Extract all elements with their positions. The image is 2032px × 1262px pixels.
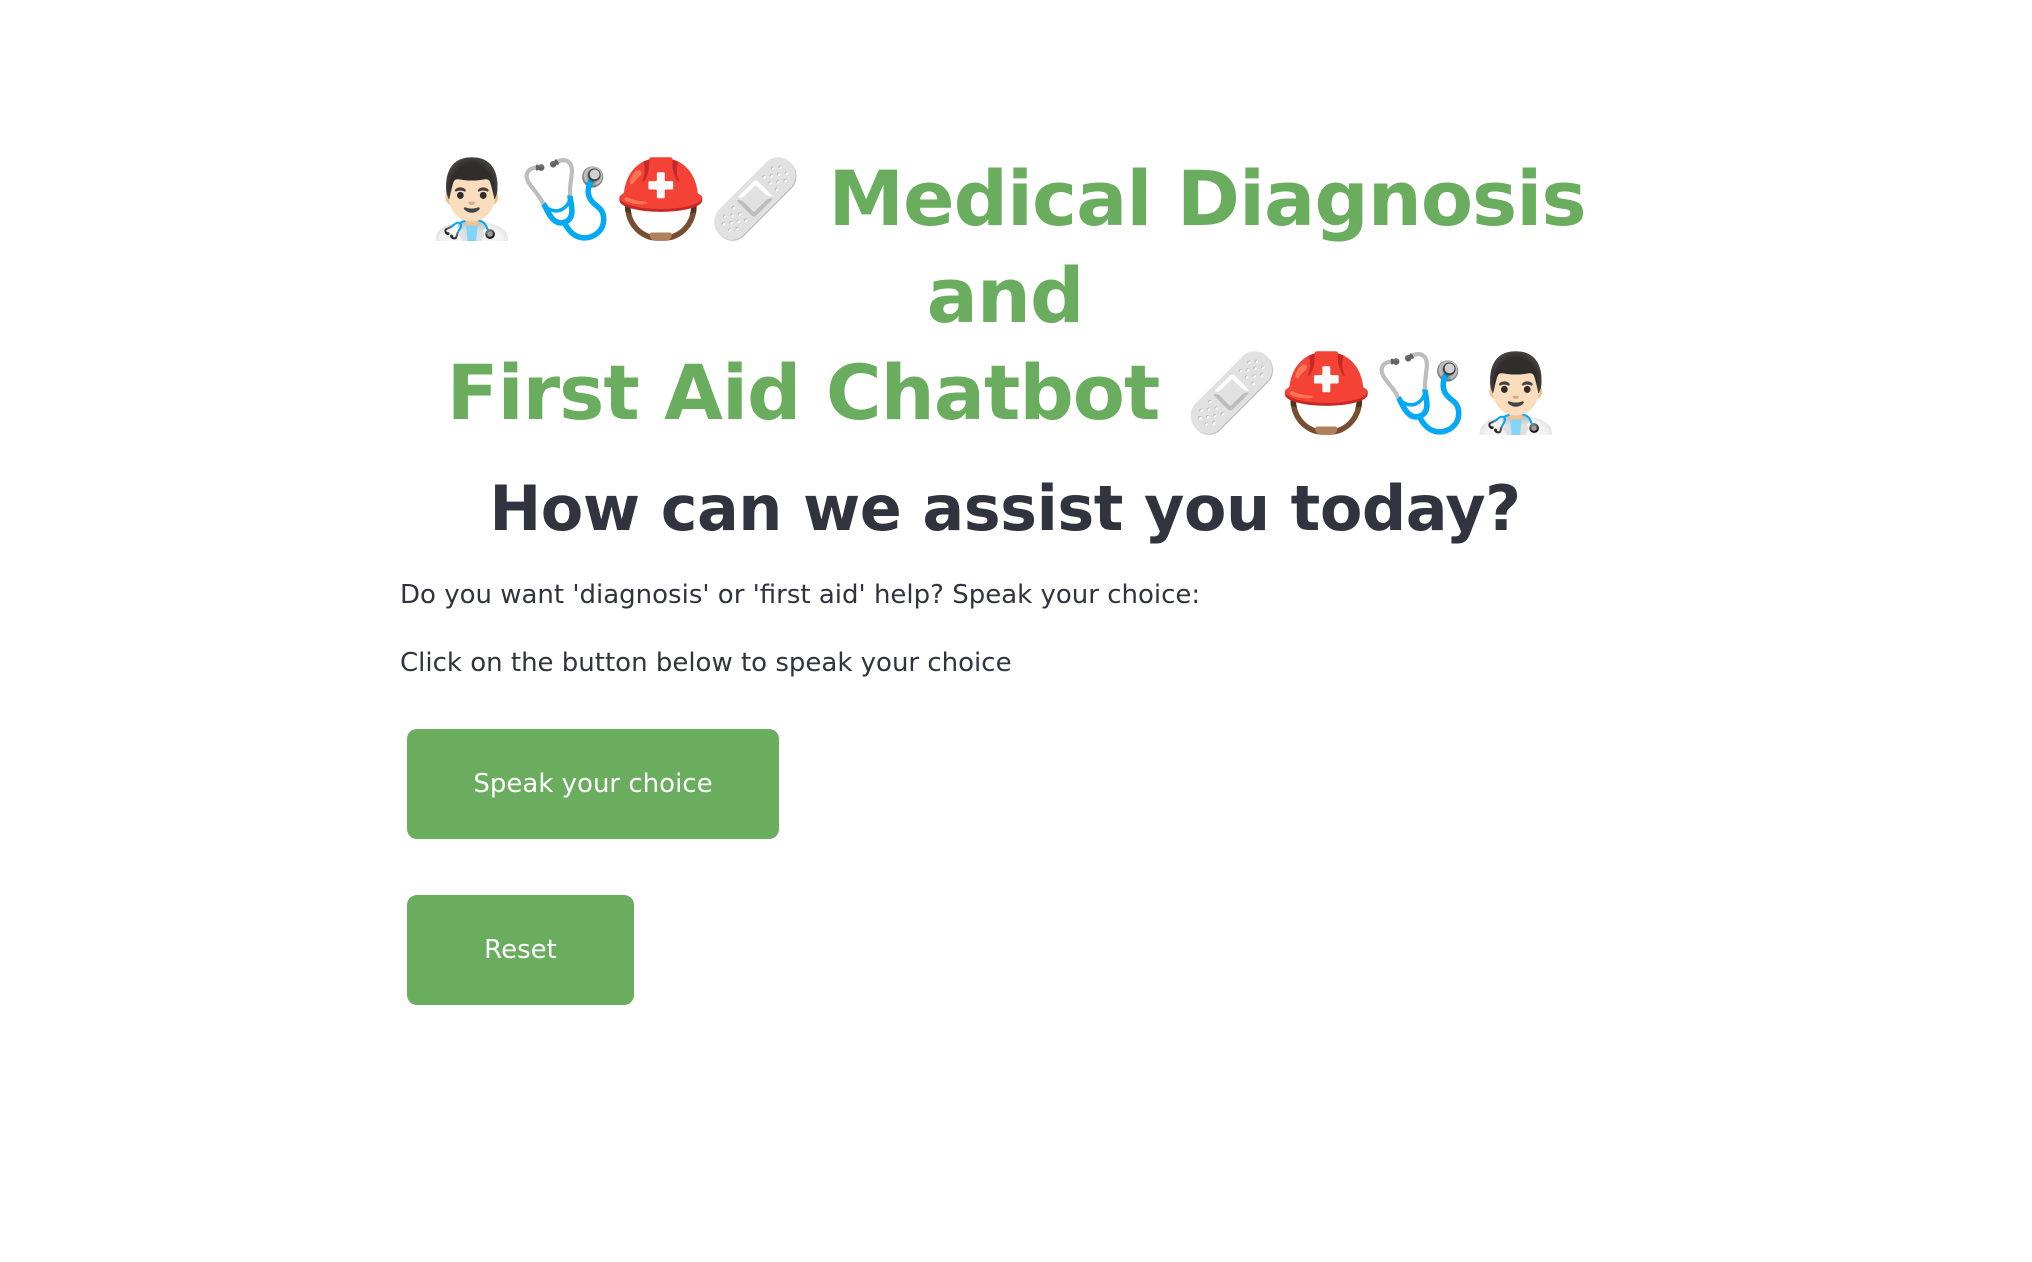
main-content: 👨🏻‍⚕️🩺⛑️🩹 Medical Diagnosis and First Ai…	[400, 150, 1610, 1005]
doctor-stethoscope-helmet-bandage-icons: 👨🏻‍⚕️🩺⛑️🩹	[424, 154, 803, 243]
bandage-helmet-stethoscope-doctor-icons: 🩹⛑️🩺👨🏻‍⚕️	[1184, 348, 1564, 437]
page-subtitle: How can we assist you today?	[489, 472, 1521, 545]
choice-prompt: Do you want 'diagnosis' or 'first aid' h…	[400, 580, 1201, 610]
reset-button[interactable]: Reset	[407, 895, 634, 1005]
instruction-text: Click on the button below to speak your …	[400, 648, 1012, 678]
page-title: 👨🏻‍⚕️🩺⛑️🩹 Medical Diagnosis and First Ai…	[400, 150, 1610, 441]
page: 👨🏻‍⚕️🩺⛑️🩹 Medical Diagnosis and First Ai…	[0, 0, 2032, 1262]
title-text-line2: First Aid Chatbot	[446, 348, 1161, 437]
speak-choice-button[interactable]: Speak your choice	[407, 729, 779, 839]
title-text-line1: Medical Diagnosis and	[828, 154, 1586, 340]
